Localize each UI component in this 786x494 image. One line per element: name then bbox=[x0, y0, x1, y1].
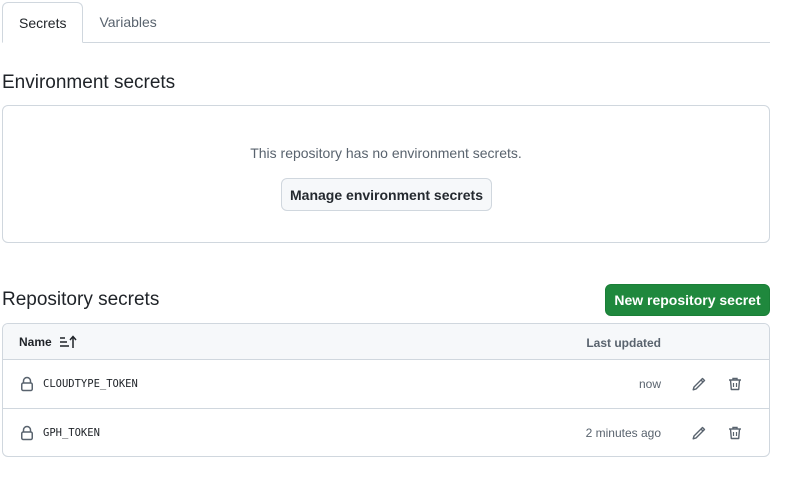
table-row: CLOUDTYPE_TOKEN now bbox=[3, 360, 769, 409]
environment-empty-message: This repository has no environment secre… bbox=[250, 145, 522, 161]
secrets-page: Secrets Variables Environment secrets Th… bbox=[0, 0, 786, 494]
manage-environment-secrets-button[interactable]: Manage environment secrets bbox=[281, 178, 492, 211]
tab-variables-label: Variables bbox=[99, 13, 157, 30]
secret-updated: 2 minutes ago bbox=[585, 426, 661, 440]
sort-icon[interactable] bbox=[59, 335, 77, 349]
tab-variables[interactable]: Variables bbox=[83, 0, 172, 43]
name-column-header: Name bbox=[19, 335, 77, 349]
trash-icon[interactable] bbox=[726, 375, 744, 393]
tab-bar: Secrets Variables bbox=[2, 0, 770, 43]
last-updated-column-header: Last updated bbox=[586, 336, 661, 350]
new-repository-secret-button[interactable]: New repository secret bbox=[605, 284, 770, 316]
secret-name: GPH_TOKEN bbox=[43, 427, 100, 439]
table-row: GPH_TOKEN 2 minutes ago bbox=[3, 409, 769, 456]
repository-secrets-heading: Repository secrets bbox=[2, 289, 160, 310]
trash-icon[interactable] bbox=[726, 424, 744, 442]
pencil-icon[interactable] bbox=[690, 375, 708, 393]
environment-secrets-box: This repository has no environment secre… bbox=[2, 105, 770, 243]
secret-name: CLOUDTYPE_TOKEN bbox=[43, 378, 138, 390]
pencil-icon[interactable] bbox=[690, 424, 708, 442]
name-column-label: Name bbox=[19, 335, 52, 349]
environment-secrets-heading: Environment secrets bbox=[2, 72, 176, 93]
lock-icon bbox=[20, 376, 34, 392]
lock-icon bbox=[20, 425, 34, 441]
table-header: Name Last updated bbox=[3, 324, 769, 360]
secret-updated: now bbox=[638, 377, 661, 391]
tab-secrets[interactable]: Secrets bbox=[2, 2, 84, 43]
repository-secrets-table: Name Last updated CLOUDTYPE_TOKEN now GP… bbox=[2, 323, 770, 457]
tab-secrets-label: Secrets bbox=[19, 14, 67, 31]
